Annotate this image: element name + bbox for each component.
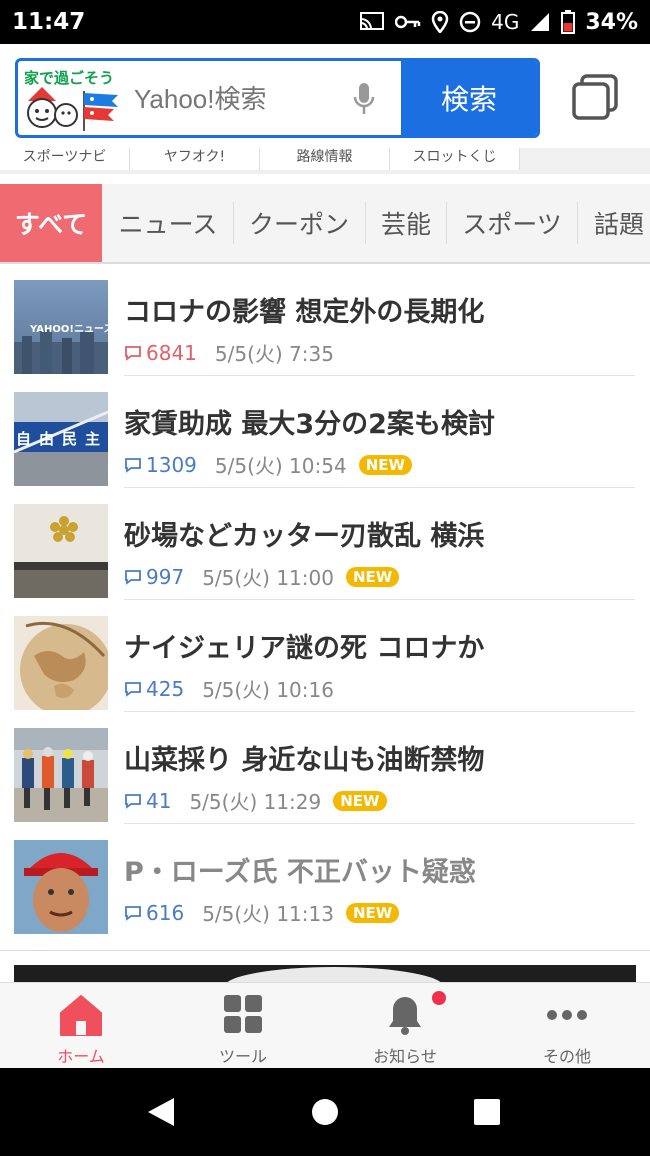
comment-icon [125,681,141,697]
shortcut-strip: スポーツナビ ヤフオク! 路線情報 スロットくじ [0,148,650,174]
thumbnail-text: YAHOO!ニュース [30,324,108,335]
nav-more[interactable]: その他 [486,983,648,1069]
mascot-icon [27,87,118,131]
news-thumbnail [14,616,108,710]
battery-percent: 34% [585,9,638,35]
bell-icon [389,997,421,1035]
news-item[interactable]: 自由民主 家賃助成 最大3分の2案も検討 1309 5/5(火) 10:54 N… [0,376,650,488]
notification-dot [432,991,446,1005]
nav-notifications-label: お知らせ [373,1047,437,1066]
comment-icon [125,793,141,809]
nav-tools-label: ツール [218,1047,267,1066]
comment-count: 616 [146,900,185,925]
tabs-icon[interactable] [572,74,618,120]
news-headline[interactable]: 山菜採り 身近な山も油断禁物 [124,738,484,777]
home-circle-icon[interactable] [311,1098,339,1126]
back-icon[interactable] [146,1096,176,1128]
microphone-icon[interactable] [352,81,376,117]
category-tabs: すべて ニュース クーポン 芸能 スポーツ 話題 [0,184,650,264]
dnd-icon [459,11,481,33]
news-thumbnail [14,504,108,598]
thumbnail-text: 自由民主 [16,430,108,448]
nav-home-label: ホーム [57,1047,105,1066]
shortcut-slotkuji[interactable]: スロットくじ [390,148,520,170]
grid-icon [224,995,262,1033]
comment-count: 425 [146,676,185,701]
search-box: 家で過ごそう 検索 [15,58,540,138]
new-badge: NEW [358,454,413,475]
news-date: 5/5(火) 11:00 [202,566,334,590]
news-item[interactable]: 山菜採り 身近な山も油断禁物 41 5/5(火) 11:29 NEW [0,712,650,824]
comment-count: 997 [146,564,185,589]
news-thumbnail [14,728,108,822]
news-meta: 1309 5/5(火) 10:54 NEW [124,450,413,479]
tab-entertainment[interactable]: 芸能 [366,184,446,262]
key-icon [395,15,421,29]
campaign-logo[interactable]: 家で過ごそう [22,65,130,133]
nav-more-label: その他 [542,1047,591,1066]
news-headline[interactable]: 家賃助成 最大3分の2案も検討 [124,402,495,441]
news-headline[interactable]: 砂場などカッター刃散乱 横浜 [124,514,484,553]
search-input[interactable] [134,79,334,119]
nav-tools[interactable]: ツール [162,983,324,1069]
tab-all[interactable]: すべて [0,184,102,262]
shortcut-sportsnavi[interactable]: スポーツナビ [0,148,130,170]
comment-count: 41 [146,788,172,813]
news-item[interactable]: P・ローズ氏 不正バット疑惑 616 5/5(火) 11:13 NEW [0,824,650,936]
comment-icon [125,569,141,585]
news-headline[interactable]: P・ローズ氏 不正バット疑惑 [124,850,476,889]
list-end-divider [0,950,650,951]
comment-icon [125,905,141,921]
tab-topics[interactable]: 話題 [578,184,650,262]
status-time: 11:47 [12,9,86,35]
location-icon [431,11,449,33]
news-date: 5/5(火) 10:54 [214,454,347,478]
news-headline[interactable]: ナイジェリア謎の死 コロナか [124,626,484,665]
shortcut-yahuoku[interactable]: ヤフオク! [130,148,260,170]
home-icon [60,995,102,1036]
new-badge: NEW [345,902,400,923]
news-meta: 997 5/5(火) 11:00 NEW [124,562,400,591]
news-headline[interactable]: コロナの影響 想定外の長期化 [124,290,484,329]
bottom-nav: ホーム ツール お知らせ その他 [0,982,650,1068]
news-thumbnail [14,840,108,934]
search-button[interactable]: 検索 [401,61,537,135]
nav-home[interactable]: ホーム [0,983,162,1069]
nav-notifications[interactable]: お知らせ [324,983,486,1069]
status-bar: 11:47 4G 34% [0,0,650,44]
news-meta: 425 5/5(火) 10:16 [124,674,334,703]
top-bar: 家で過ごそう 検索 [0,44,650,148]
news-item[interactable]: ナイジェリア謎の死 コロナか 425 5/5(火) 10:16 [0,600,650,712]
news-meta: 616 5/5(火) 11:13 NEW [124,898,400,927]
tab-news[interactable]: ニュース [104,184,232,262]
system-nav-bar [0,1068,650,1156]
news-date: 5/5(火) 7:35 [214,342,334,366]
comment-count: 6841 [146,340,197,365]
new-badge: NEW [333,790,387,811]
comment-count: 1309 [146,452,197,477]
new-badge: NEW [345,566,400,587]
comment-icon [125,345,141,361]
news-date: 5/5(火) 11:29 [189,790,322,814]
battery-icon [561,10,576,34]
recents-icon[interactable] [473,1098,501,1126]
news-meta: 6841 5/5(火) 7:35 [124,338,334,367]
news-date: 5/5(火) 11:13 [202,902,334,926]
more-dots-icon [547,1010,587,1020]
signal-icon [531,13,550,31]
news-thumbnail: 自由民主 [14,392,108,486]
news-item[interactable]: YAHOO!ニュース コロナの影響 想定外の長期化 6841 5/5(火) 7:… [0,264,650,376]
tab-sports[interactable]: スポーツ [447,184,577,262]
comment-icon [125,457,141,473]
news-thumbnail: YAHOO!ニュース [14,280,108,374]
news-meta: 41 5/5(火) 11:29 NEW [124,786,387,815]
cast-icon [360,12,385,30]
news-item[interactable]: 砂場などカッター刃散乱 横浜 997 5/5(火) 11:00 NEW [0,488,650,600]
news-date: 5/5(火) 10:16 [202,678,334,702]
network-type: 4G [491,10,520,34]
tab-coupon[interactable]: クーポン [234,184,364,262]
shortcut-route[interactable]: 路線情報 [260,148,390,170]
